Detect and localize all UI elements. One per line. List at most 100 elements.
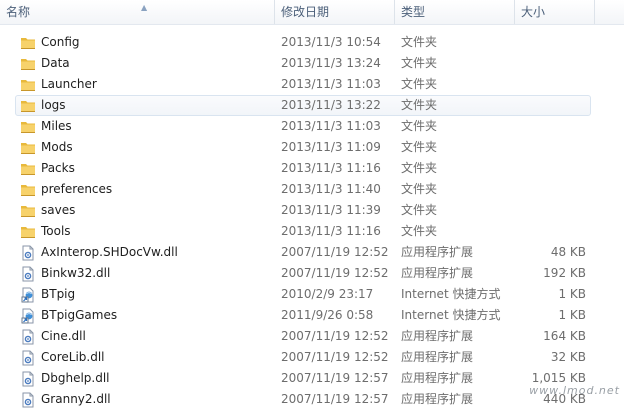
file-modified-date: 2013/11/3 11:40 xyxy=(281,182,381,196)
sort-ascending-icon: ▲ xyxy=(141,3,148,12)
file-type: 文件夹 xyxy=(401,35,438,49)
file-name: Miles xyxy=(41,119,72,133)
file-size: 1 KB xyxy=(558,308,586,322)
file-modified-date: 2013/11/3 11:16 xyxy=(281,161,381,175)
file-name: Binkw32.dll xyxy=(41,266,111,280)
file-row[interactable]: saves 2013/11/3 11:39 文件夹 xyxy=(0,200,624,221)
file-type: 应用程序扩展 xyxy=(401,329,474,343)
column-header-size[interactable]: 大小 xyxy=(515,0,595,24)
folder-icon xyxy=(20,119,36,135)
file-modified-date: 2013/11/3 10:54 xyxy=(281,35,381,49)
file-modified-date: 2010/2/9 23:17 xyxy=(281,287,374,301)
dll-file-icon xyxy=(20,392,36,408)
folder-icon xyxy=(20,56,36,72)
file-type: Internet 快捷方式 xyxy=(401,287,501,301)
column-header-name[interactable]: 名称 ▲ xyxy=(0,0,275,24)
file-modified-date: 2011/9/26 0:58 xyxy=(281,308,374,322)
file-row[interactable]: CoreLib.dll 2007/11/19 12:52 应用程序扩展 32 KB xyxy=(0,347,624,368)
file-size: 32 KB xyxy=(550,350,586,364)
file-modified-date: 2007/11/19 12:52 xyxy=(281,350,389,364)
file-row[interactable]: BTpig 2010/2/9 23:17 Internet 快捷方式 1 KB xyxy=(0,284,624,305)
file-row[interactable]: Binkw32.dll 2007/11/19 12:52 应用程序扩展 192 KB xyxy=(0,263,624,284)
file-row[interactable]: Miles 2013/11/3 11:03 文件夹 xyxy=(0,116,624,137)
folder-icon xyxy=(20,98,36,114)
file-row[interactable]: Launcher 2013/11/3 11:03 文件夹 xyxy=(0,74,624,95)
file-name: Tools xyxy=(41,224,71,238)
file-modified-date: 2007/11/19 12:52 xyxy=(281,245,389,259)
file-row[interactable]: Data 2013/11/3 13:24 文件夹 xyxy=(0,53,624,74)
file-row[interactable]: logs 2013/11/3 13:22 文件夹 xyxy=(0,95,624,116)
column-header-bar: 名称 ▲ 修改日期 类型 大小 xyxy=(0,0,624,25)
file-name: Granny2.dll xyxy=(41,392,111,406)
file-modified-date: 2013/11/3 11:03 xyxy=(281,77,381,91)
dll-file-icon xyxy=(20,329,36,345)
dll-file-icon xyxy=(20,371,36,387)
file-row[interactable]: Packs 2013/11/3 11:16 文件夹 xyxy=(0,158,624,179)
file-row[interactable]: BTpigGames 2011/9/26 0:58 Internet 快捷方式 1 K… xyxy=(0,305,624,326)
file-row[interactable]: Cine.dll 2007/11/19 12:52 应用程序扩展 164 KB xyxy=(0,326,624,347)
internet-shortcut-icon xyxy=(20,308,36,324)
file-row[interactable]: Tools 2013/11/3 11:16 文件夹 xyxy=(0,221,624,242)
file-type: 文件夹 xyxy=(401,77,438,91)
file-name: CoreLib.dll xyxy=(41,350,105,364)
file-modified-date: 2007/11/19 12:52 xyxy=(281,329,389,343)
file-name: Data xyxy=(41,56,70,70)
dll-file-icon xyxy=(20,245,36,261)
dll-file-icon xyxy=(20,266,36,282)
folder-icon xyxy=(20,140,36,156)
file-type: 文件夹 xyxy=(401,140,438,154)
file-size: 164 KB xyxy=(543,329,586,343)
folder-icon xyxy=(20,77,36,93)
file-name: BTpig xyxy=(41,287,76,301)
file-name: preferences xyxy=(41,182,113,196)
column-header-date[interactable]: 修改日期 xyxy=(275,0,395,24)
folder-icon xyxy=(20,224,36,240)
folder-icon xyxy=(20,161,36,177)
column-header-date-label: 修改日期 xyxy=(281,5,330,19)
file-type: 文件夹 xyxy=(401,182,438,196)
file-size: 192 KB xyxy=(543,266,586,280)
column-header-type[interactable]: 类型 xyxy=(395,0,515,24)
file-name: BTpigGames xyxy=(41,308,118,322)
dll-file-icon xyxy=(20,350,36,366)
file-size: 1 KB xyxy=(558,287,586,301)
file-type: 应用程序扩展 xyxy=(401,371,474,385)
file-type: Internet 快捷方式 xyxy=(401,308,501,322)
file-type: 应用程序扩展 xyxy=(401,245,474,259)
column-header-name-label: 名称 xyxy=(6,5,31,19)
file-modified-date: 2007/11/19 12:57 xyxy=(281,371,389,385)
file-name: logs xyxy=(41,98,66,112)
file-row[interactable]: Config 2013/11/3 10:54 文件夹 xyxy=(0,32,624,53)
file-row[interactable]: AxInterop.SHDocVw.dll 2007/11/19 12:52 应用程… xyxy=(0,242,624,263)
watermark: www.lmod.net xyxy=(529,384,620,397)
file-type: 应用程序扩展 xyxy=(401,392,474,406)
file-modified-date: 2013/11/3 11:09 xyxy=(281,140,381,154)
file-type: 应用程序扩展 xyxy=(401,266,474,280)
file-modified-date: 2013/11/3 13:24 xyxy=(281,56,381,70)
folder-icon xyxy=(20,203,36,219)
file-name: Packs xyxy=(41,161,75,175)
file-modified-date: 2013/11/3 11:03 xyxy=(281,119,381,133)
column-header-size-label: 大小 xyxy=(521,5,546,19)
column-header-type-label: 类型 xyxy=(401,5,426,19)
file-name: saves xyxy=(41,203,76,217)
file-type: 文件夹 xyxy=(401,161,438,175)
file-name: AxInterop.SHDocVw.dll xyxy=(41,245,178,259)
internet-shortcut-icon xyxy=(20,287,36,303)
file-row[interactable]: preferences 2013/11/3 11:40 文件夹 xyxy=(0,179,624,200)
file-name: Config xyxy=(41,35,80,49)
file-size: 48 KB xyxy=(550,245,586,259)
file-type: 文件夹 xyxy=(401,119,438,133)
file-type: 文件夹 xyxy=(401,203,438,217)
file-row[interactable]: Mods 2013/11/3 11:09 文件夹 xyxy=(0,137,624,158)
file-type: 文件夹 xyxy=(401,98,438,112)
folder-icon xyxy=(20,35,36,51)
file-modified-date: 2013/11/3 13:22 xyxy=(281,98,381,112)
file-modified-date: 2007/11/19 12:57 xyxy=(281,392,389,406)
file-modified-date: 2007/11/19 12:52 xyxy=(281,266,389,280)
file-type: 文件夹 xyxy=(401,56,438,70)
file-type: 文件夹 xyxy=(401,224,438,238)
file-modified-date: 2013/11/3 11:39 xyxy=(281,203,381,217)
file-name: Mods xyxy=(41,140,73,154)
file-modified-date: 2013/11/3 11:16 xyxy=(281,224,381,238)
